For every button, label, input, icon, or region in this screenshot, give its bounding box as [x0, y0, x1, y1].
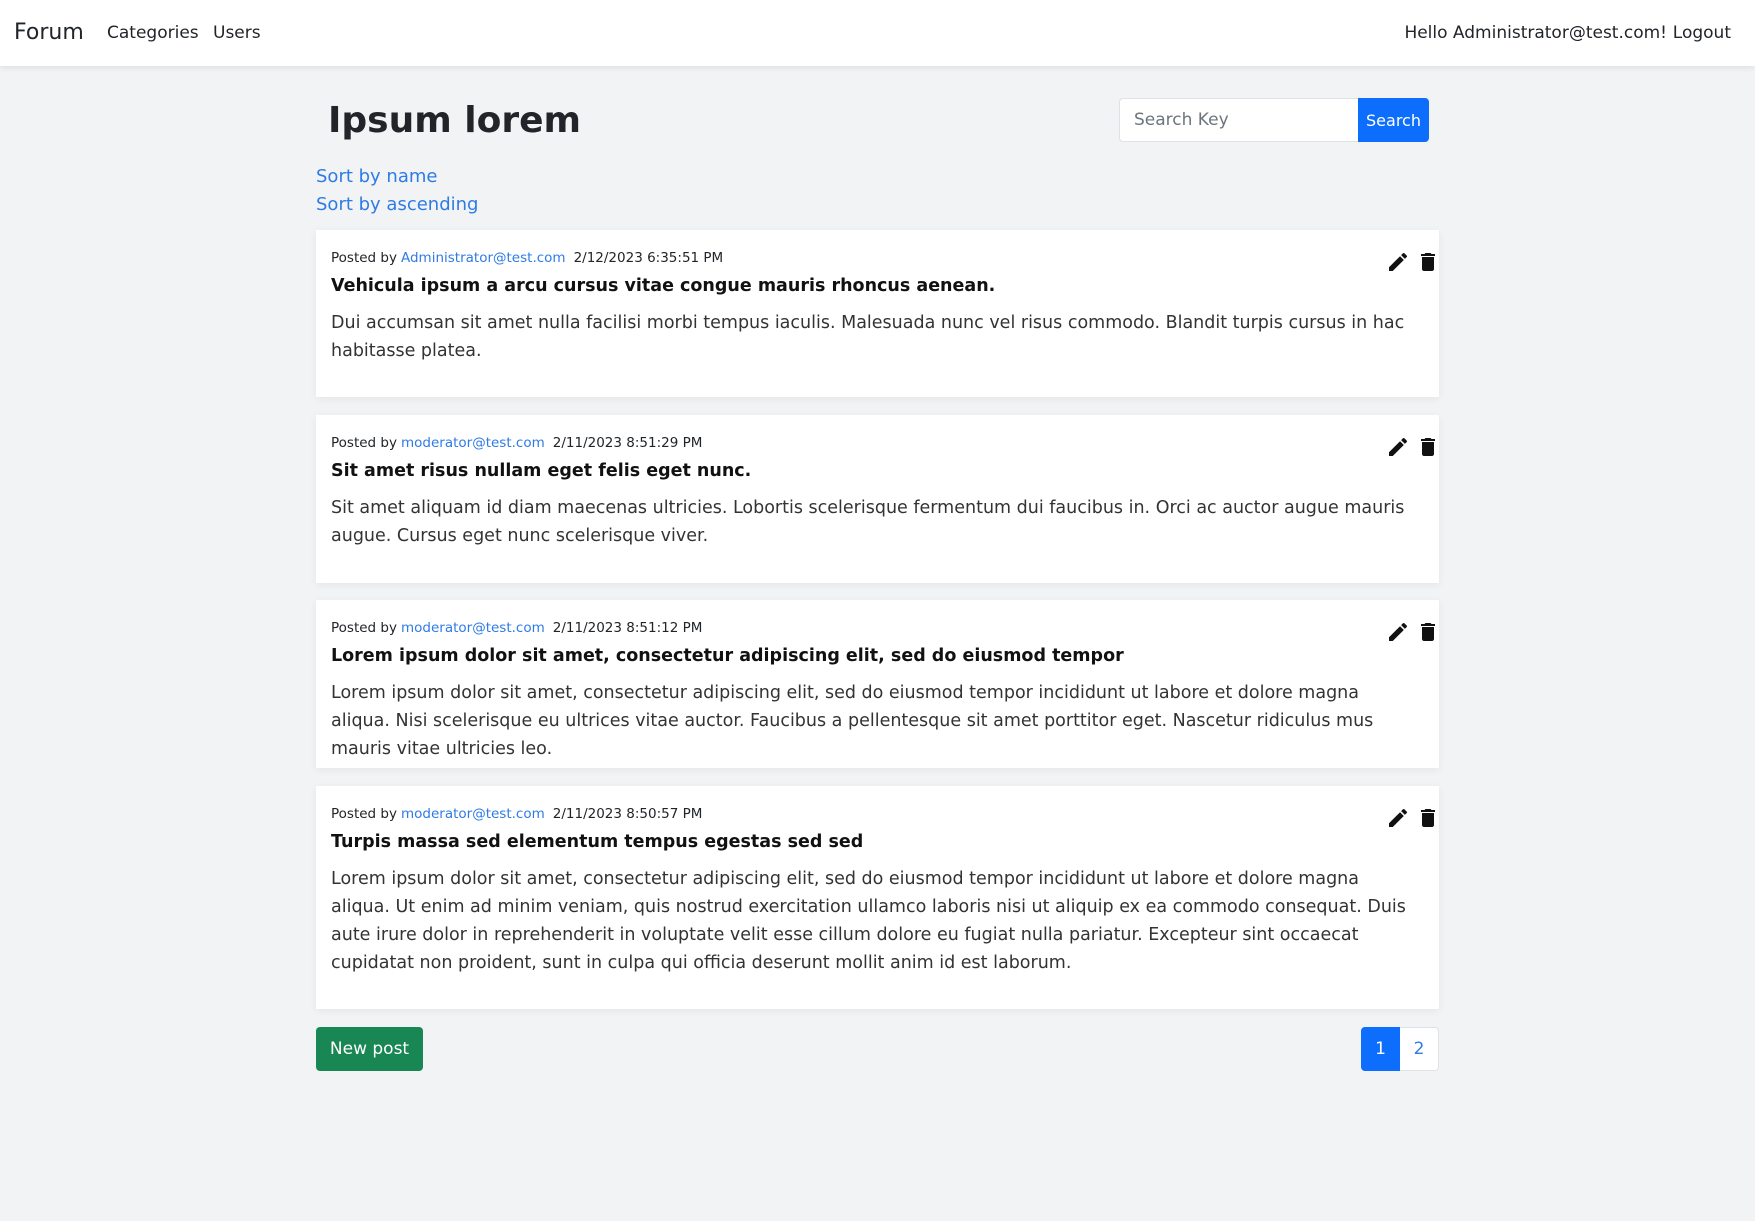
posted-by-label: Posted by [331, 806, 397, 822]
post-title[interactable]: Vehicula ipsum a arcu cursus vitae congu… [331, 276, 995, 296]
top-navbar: Forum Categories Users Hello Administrat… [0, 0, 1755, 66]
trash-icon[interactable] [1416, 620, 1440, 644]
post-card: Posted by moderator@test.com 2/11/2023 8:5… [316, 600, 1439, 768]
post-card: Posted by moderator@test.com 2/11/2023 8:5… [316, 786, 1439, 1009]
search-button[interactable]: Search [1358, 98, 1429, 142]
post-body: Sit amet aliquam id diam maecenas ultric… [331, 498, 1405, 546]
post-date: 2/12/2023 6:35:51 PM [573, 250, 724, 266]
page-title: Ipsum lorem [328, 100, 582, 141]
page-1-button[interactable]: 1 [1361, 1027, 1400, 1071]
post-meta: Posted by Administrator@test.com 2/12/2023… [331, 250, 723, 266]
trash-icon[interactable] [1416, 250, 1440, 274]
posted-by-label: Posted by [331, 620, 397, 636]
page-2-button[interactable]: 2 [1400, 1027, 1439, 1071]
post-date: 2/11/2023 8:51:29 PM [552, 435, 703, 451]
search-input[interactable] [1119, 98, 1358, 142]
posted-by-label: Posted by [331, 250, 397, 266]
search-form: Search [1119, 98, 1429, 142]
pencil-icon[interactable] [1386, 620, 1410, 644]
nav-users-link[interactable]: Users [213, 23, 261, 43]
brand-link[interactable]: Forum [14, 20, 84, 45]
trash-icon[interactable] [1416, 806, 1440, 830]
post-date: 2/11/2023 8:50:57 PM [552, 806, 703, 822]
post-date: 2/11/2023 8:51:12 PM [552, 620, 703, 636]
nav-categories-link[interactable]: Categories [107, 23, 199, 43]
pencil-icon[interactable] [1386, 435, 1410, 459]
post-author-link[interactable]: Administrator@test.com [401, 250, 566, 266]
pencil-icon[interactable] [1386, 250, 1410, 274]
user-greeting: Hello Administrator@test.com! [1404, 23, 1667, 43]
pagination: 1 2 [1361, 1027, 1439, 1071]
post-meta: Posted by moderator@test.com 2/11/2023 8:5… [331, 435, 702, 451]
post-card: Posted by moderator@test.com 2/11/2023 8:5… [316, 415, 1439, 583]
post-meta: Posted by moderator@test.com 2/11/2023 8:5… [331, 620, 702, 636]
post-title[interactable]: Lorem ipsum dolor sit amet, consectetur … [331, 646, 1124, 666]
logout-link[interactable]: Logout [1673, 23, 1731, 43]
sort-by-ascending-link[interactable]: Sort by ascending [316, 194, 478, 215]
post-body: Lorem ipsum dolor sit amet, consectetur … [331, 683, 1374, 759]
post-title[interactable]: Turpis massa sed elementum tempus egesta… [331, 832, 863, 852]
post-author-link[interactable]: moderator@test.com [401, 620, 545, 636]
new-post-button[interactable]: New post [316, 1027, 423, 1071]
post-meta: Posted by moderator@test.com 2/11/2023 8:5… [331, 806, 702, 822]
trash-icon[interactable] [1416, 435, 1440, 459]
post-body: Dui accumsan sit amet nulla facilisi mor… [331, 313, 1405, 361]
post-title[interactable]: Sit amet risus nullam eget felis eget nu… [331, 461, 751, 481]
sort-by-name-link[interactable]: Sort by name [316, 166, 437, 187]
post-author-link[interactable]: moderator@test.com [401, 806, 545, 822]
post-card: Posted by Administrator@test.com 2/12/2023… [316, 230, 1439, 397]
post-body: Lorem ipsum dolor sit amet, consectetur … [331, 869, 1406, 973]
pencil-icon[interactable] [1386, 806, 1410, 830]
posted-by-label: Posted by [331, 435, 397, 451]
post-author-link[interactable]: moderator@test.com [401, 435, 545, 451]
